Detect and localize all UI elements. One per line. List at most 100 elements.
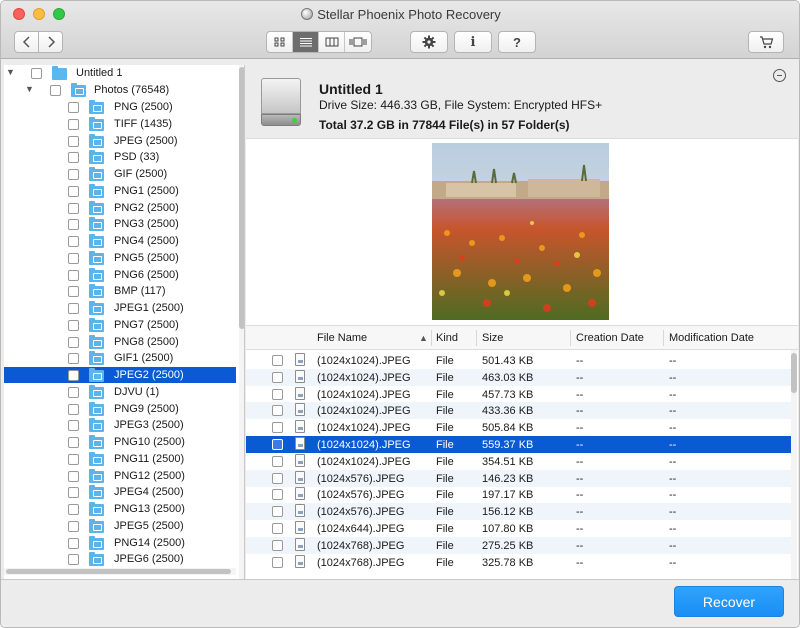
tree-checkbox[interactable] — [68, 118, 79, 130]
settings-button[interactable] — [410, 31, 448, 53]
back-button[interactable] — [14, 31, 39, 53]
tree-checkbox[interactable] — [68, 420, 79, 432]
row-checkbox[interactable] — [272, 355, 283, 366]
table-row[interactable]: (1024x644).JPEG File 107.80 KB -- -- — [246, 520, 791, 537]
icon-view-button[interactable] — [267, 32, 293, 52]
tree-checkbox[interactable] — [68, 520, 79, 532]
table-row[interactable]: (1024x1024).JPEG File 457.73 KB -- -- — [246, 386, 791, 403]
cart-button[interactable] — [748, 31, 784, 53]
tree-root[interactable]: ▼ Untitled 1 — [4, 65, 236, 81]
row-checkbox[interactable] — [272, 388, 283, 400]
tree-item[interactable]: TIFF (1435) — [4, 116, 236, 132]
table-row[interactable]: (1024x576).JPEG File 156.12 KB -- -- — [246, 503, 791, 521]
column-view-button[interactable] — [319, 32, 345, 52]
tree-item[interactable]: JPEG (2500) — [4, 133, 236, 149]
sort-ascending-icon[interactable]: ▲ — [419, 333, 428, 343]
tree-checkbox[interactable] — [68, 303, 79, 314]
tree-item[interactable]: PNG13 (2500) — [4, 501, 236, 517]
forward-button[interactable] — [38, 31, 63, 53]
tree-photos[interactable]: ▼ Photos (76548) — [4, 82, 236, 98]
tree-checkbox[interactable] — [68, 487, 79, 499]
row-checkbox[interactable] — [272, 422, 283, 434]
tree-item[interactable]: JPEG1 (2500) — [4, 300, 236, 316]
row-checkbox[interactable] — [272, 439, 283, 450]
tree-checkbox[interactable] — [68, 386, 79, 398]
row-checkbox[interactable] — [272, 539, 283, 551]
table-row[interactable]: (1024x1024).JPEG File 501.43 KB -- -- — [246, 352, 791, 369]
tree-checkbox[interactable] — [68, 286, 79, 298]
tree-item[interactable]: PNG14 (2500) — [4, 535, 236, 551]
tree-item[interactable]: GIF1 (2500) — [4, 350, 236, 366]
scroll-thumb[interactable] — [6, 569, 231, 574]
tree-checkbox[interactable] — [68, 236, 79, 247]
tree-item[interactable]: JPEG5 (2500) — [4, 518, 236, 534]
table-row[interactable]: (1024x576).JPEG File 146.23 KB -- -- — [246, 469, 791, 487]
help-button[interactable]: ? — [498, 31, 536, 53]
tree-item[interactable]: PNG3 (2500) — [4, 216, 236, 232]
tree-checkbox[interactable] — [68, 319, 79, 331]
column-file-name[interactable]: File Name — [317, 332, 367, 344]
tree-horizontal-scrollbar[interactable] — [4, 568, 236, 575]
tree-checkbox[interactable] — [68, 252, 79, 264]
tree-item[interactable]: JPEG2 (2500) — [4, 367, 236, 383]
tree-checkbox[interactable] — [68, 336, 79, 348]
tree-checkbox[interactable] — [68, 185, 79, 197]
disclosure-down-icon[interactable]: ▼ — [6, 67, 15, 77]
row-checkbox[interactable] — [272, 489, 283, 501]
tree-checkbox[interactable] — [68, 152, 79, 164]
tree-checkbox[interactable] — [68, 537, 79, 549]
tree-item[interactable]: PSD (33) — [4, 149, 236, 165]
tree-item[interactable]: DJVU (1) — [4, 384, 236, 400]
recover-button[interactable]: Recover — [674, 586, 784, 617]
collapse-icon[interactable] — [773, 69, 786, 82]
tree-checkbox[interactable] — [68, 219, 79, 231]
column-kind[interactable]: Kind — [436, 332, 458, 344]
tree-item[interactable]: BMP (117) — [4, 283, 236, 299]
tree-item[interactable]: PNG11 (2500) — [4, 451, 236, 467]
row-checkbox[interactable] — [272, 455, 283, 467]
table-row[interactable]: (1024x1024).JPEG File 505.84 KB -- -- — [246, 419, 791, 436]
tree-item[interactable]: PNG2 (2500) — [4, 200, 236, 216]
file-list-scrollbar[interactable] — [791, 350, 797, 579]
row-checkbox[interactable] — [272, 523, 283, 534]
tree-checkbox[interactable] — [68, 554, 79, 566]
info-button[interactable]: i — [454, 31, 492, 53]
tree-item[interactable]: PNG8 (2500) — [4, 334, 236, 350]
column-modification-date[interactable]: Modification Date — [669, 332, 754, 344]
row-checkbox[interactable] — [272, 556, 283, 568]
tree-checkbox[interactable] — [68, 202, 79, 214]
tree-checkbox[interactable] — [68, 135, 79, 147]
table-row[interactable]: (1024x576).JPEG File 197.17 KB -- -- — [246, 486, 791, 503]
table-row[interactable]: (1024x1024).JPEG File 433.36 KB -- -- — [246, 402, 791, 420]
table-row[interactable]: (1024x1024).JPEG File 559.37 KB -- -- — [246, 436, 791, 453]
tree-item[interactable]: PNG5 (2500) — [4, 250, 236, 266]
tree-item[interactable]: JPEG6 (2500) — [4, 551, 236, 567]
tree-checkbox[interactable] — [68, 470, 79, 482]
tree-item[interactable]: PNG1 (2500) — [4, 183, 236, 199]
disclosure-down-icon[interactable]: ▼ — [25, 84, 34, 94]
tree-checkbox[interactable] — [68, 353, 79, 365]
tree-item[interactable]: JPEG4 (2500) — [4, 484, 236, 500]
list-view-button[interactable] — [293, 32, 319, 52]
tree-checkbox[interactable] — [50, 85, 61, 96]
scroll-thumb[interactable] — [239, 67, 244, 329]
tree-item[interactable]: PNG12 (2500) — [4, 468, 236, 484]
tree-checkbox[interactable] — [68, 437, 79, 448]
tree-checkbox[interactable] — [68, 269, 79, 281]
table-row[interactable]: (1024x768).JPEG File 275.25 KB -- -- — [246, 536, 791, 554]
tree-item[interactable]: PNG9 (2500) — [4, 401, 236, 417]
tree-checkbox[interactable] — [68, 169, 79, 180]
tree-checkbox[interactable] — [31, 68, 42, 79]
table-row[interactable]: (1024x1024).JPEG File 354.51 KB -- -- — [246, 453, 791, 470]
tree-item[interactable]: PNG (2500) — [4, 99, 236, 115]
tree-checkbox[interactable] — [68, 453, 79, 465]
row-checkbox[interactable] — [272, 472, 283, 484]
row-checkbox[interactable] — [272, 506, 283, 518]
column-size[interactable]: Size — [482, 332, 503, 344]
scroll-thumb[interactable] — [791, 353, 797, 393]
row-checkbox[interactable] — [272, 371, 283, 383]
tree-checkbox[interactable] — [68, 403, 79, 415]
tree-item[interactable]: JPEG3 (2500) — [4, 417, 236, 433]
tree-checkbox[interactable] — [68, 504, 79, 515]
table-row[interactable]: (1024x768).JPEG File 325.78 KB -- -- — [246, 554, 791, 571]
